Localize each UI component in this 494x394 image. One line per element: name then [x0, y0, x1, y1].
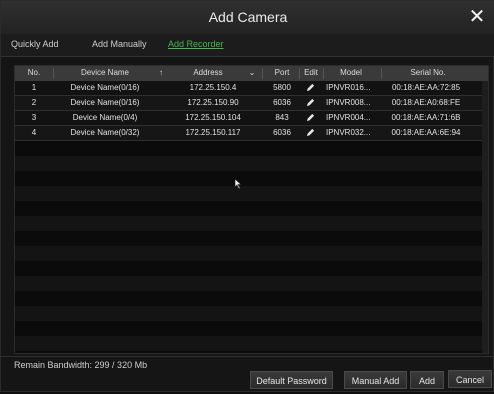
recorder-table: No. Device Name ↑ Address ⌄ Port Edit Mo… [14, 65, 489, 354]
empty-row [15, 216, 488, 231]
empty-row [15, 306, 488, 321]
cell-port: 6036 [273, 98, 291, 107]
tab-add-manually[interactable]: Add Manually [92, 39, 147, 49]
pencil-icon[interactable] [298, 83, 322, 94]
empty-row [15, 156, 488, 171]
table-row[interactable]: 2 Device Name(0/16) 172.25.150.90 6036 I… [15, 96, 488, 111]
pencil-icon[interactable] [298, 98, 322, 109]
table-header: No. Device Name ↑ Address ⌄ Port Edit Mo… [15, 66, 488, 81]
empty-row [15, 336, 488, 351]
empty-row [15, 231, 488, 246]
header-port[interactable]: Port [267, 68, 297, 77]
cell-no: 2 [31, 98, 37, 107]
empty-row [15, 276, 488, 291]
cell-device-name: Device Name(0/32) [70, 128, 140, 137]
close-icon[interactable]: ✕ [466, 6, 488, 28]
empty-row [15, 261, 488, 276]
header-no[interactable]: No. [19, 68, 49, 77]
empty-row [15, 141, 488, 156]
remaining-bandwidth: Remain Bandwidth: 299 / 320 Mb [14, 360, 148, 370]
header-model[interactable]: Model [326, 68, 376, 77]
header-device-name[interactable]: Device Name [55, 68, 155, 77]
empty-row [15, 201, 488, 216]
cell-serial: 00:18:AE:AA:6E:94 [391, 128, 461, 137]
cell-model: IPNVR016... [326, 83, 371, 92]
cell-address: 172.25.150.117 [185, 128, 241, 137]
cell-address: 172.25.150.90 [187, 98, 239, 107]
cell-model: IPNVR032... [326, 128, 371, 137]
add-button[interactable]: Add [410, 371, 444, 389]
empty-row [15, 186, 488, 201]
manual-add-button[interactable]: Manual Add [344, 371, 407, 389]
cell-address: 172.25.150.4 [189, 83, 237, 92]
cancel-button[interactable]: Cancel [448, 370, 492, 388]
tab-quickly-add[interactable]: Quickly Add [11, 39, 59, 49]
cell-serial: 00:18:AE:A0:68:FE [391, 98, 461, 107]
dialog-title: Add Camera [208, 9, 288, 25]
cell-address: 172.25.150.104 [185, 113, 241, 122]
tab-add-recorder[interactable]: Add Recorder [168, 39, 224, 49]
pencil-icon[interactable] [298, 128, 322, 139]
cell-port: 6036 [273, 128, 291, 137]
cell-device-name: Device Name(0/4) [72, 113, 138, 122]
header-separator [323, 68, 324, 79]
title-bar: Add Camera ✕ [1, 1, 494, 35]
cell-port: 5800 [273, 83, 291, 92]
table-row[interactable]: 4 Device Name(0/32) 172.25.150.117 6036 … [15, 126, 488, 141]
empty-row [15, 291, 488, 306]
empty-row [15, 246, 488, 261]
header-address[interactable]: Address [173, 68, 243, 77]
pencil-icon[interactable] [298, 113, 322, 124]
cell-no: 1 [31, 83, 37, 92]
header-separator [381, 68, 382, 79]
default-password-button[interactable]: Default Password [250, 371, 333, 389]
cell-model: IPNVR008... [326, 98, 371, 107]
header-separator [262, 68, 263, 79]
table-row[interactable]: 1 Device Name(0/16) 172.25.150.4 5800 IP… [15, 81, 488, 96]
scrollbar[interactable] [482, 81, 488, 353]
add-camera-dialog: Add Camera ✕ Quickly Add Add Manually Ad… [0, 0, 494, 392]
table-body: 1 Device Name(0/16) 172.25.150.4 5800 IP… [15, 81, 488, 351]
cell-device-name: Device Name(0/16) [70, 83, 140, 92]
cell-device-name: Device Name(0/16) [70, 98, 140, 107]
cell-no: 3 [31, 113, 37, 122]
cell-model: IPNVR004... [326, 113, 371, 122]
header-edit: Edit [304, 68, 318, 77]
cell-serial: 00:18:AE:AA:71:6B [391, 113, 461, 122]
cell-serial: 00:18:AE:AA:72:85 [391, 83, 461, 92]
header-separator [53, 68, 54, 79]
chevron-down-icon[interactable]: ⌄ [247, 68, 257, 77]
empty-row [15, 171, 488, 186]
table-row[interactable]: 3 Device Name(0/4) 172.25.150.104 843 IP… [15, 111, 488, 126]
cell-no: 4 [31, 128, 37, 137]
empty-row [15, 321, 488, 336]
cell-port: 843 [275, 113, 289, 122]
tab-bar: Quickly Add Add Manually Add Recorder [1, 34, 494, 57]
header-serial[interactable]: Serial No. [385, 68, 471, 77]
mouse-cursor-icon [235, 179, 242, 189]
sort-arrow-icon[interactable]: ↑ [157, 68, 165, 77]
